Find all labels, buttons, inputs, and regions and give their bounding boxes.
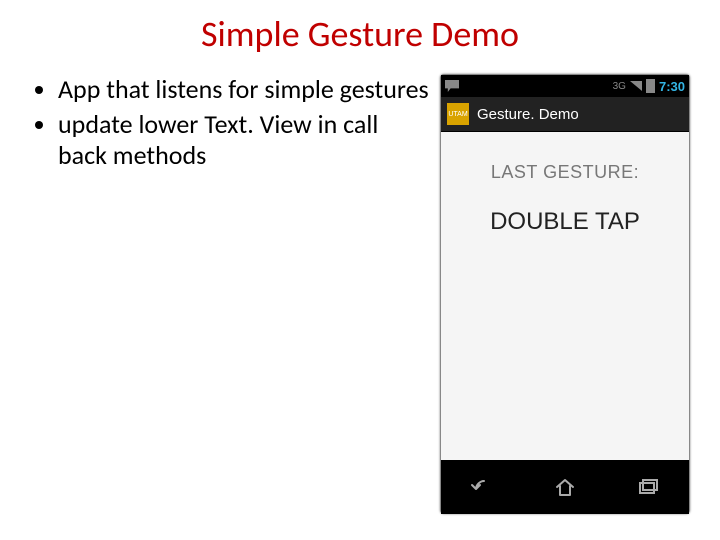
status-left — [445, 80, 459, 92]
sms-icon — [445, 80, 459, 92]
app-title: Gesture. Demo — [477, 106, 579, 123]
bullet-item: App that listens for simple gestures — [58, 74, 430, 105]
battery-icon — [646, 79, 655, 93]
recent-icon — [636, 475, 660, 499]
status-right: 3G 7:30 — [613, 79, 685, 94]
home-icon — [553, 475, 577, 499]
app-icon: UTAM — [447, 103, 469, 125]
slide: Simple Gesture Demo App that listens for… — [0, 0, 720, 540]
app-bar: UTAM Gesture. Demo — [441, 97, 689, 132]
app-icon-text: UTAM — [448, 111, 467, 118]
nav-bar — [441, 460, 689, 514]
app-body: LAST GESTURE: DOUBLE TAP — [441, 132, 689, 460]
gesture-value: DOUBLE TAP — [441, 208, 689, 236]
bullet-list: App that listens for simple gestures upd… — [30, 74, 440, 514]
phone-screenshot: 3G 7:30 UTAM Gesture. Demo LAST GESTURE:… — [440, 74, 690, 514]
home-button[interactable] — [530, 467, 600, 507]
back-icon — [470, 475, 494, 499]
clock: 7:30 — [659, 79, 685, 94]
signal-icon — [630, 81, 642, 91]
network-icon: 3G — [613, 81, 626, 92]
status-bar: 3G 7:30 — [441, 75, 689, 97]
content-row: App that listens for simple gestures upd… — [0, 74, 720, 514]
page-title: Simple Gesture Demo — [0, 0, 720, 56]
last-gesture-label: LAST GESTURE: — [441, 162, 689, 183]
bullet-item: update lower Text. View in call back met… — [58, 109, 430, 171]
back-button[interactable] — [447, 467, 517, 507]
recent-button[interactable] — [613, 467, 683, 507]
